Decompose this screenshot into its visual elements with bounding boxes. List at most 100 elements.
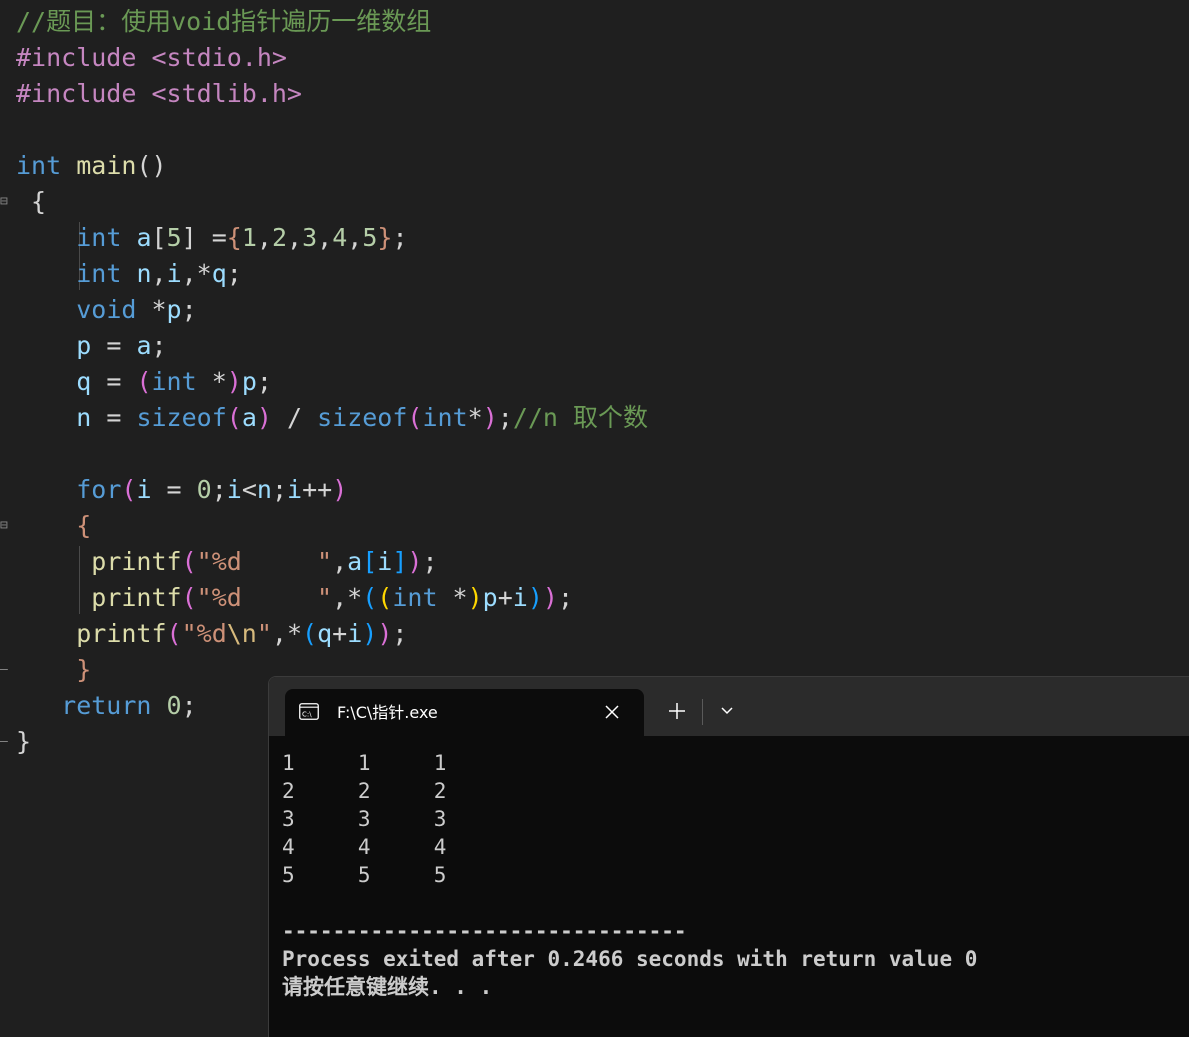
code-token: = bbox=[91, 403, 137, 432]
code-token: p bbox=[482, 583, 498, 612]
code-token: ( bbox=[362, 583, 378, 612]
code-token: ( bbox=[226, 403, 242, 432]
code-line[interactable]: void *p; bbox=[16, 292, 197, 328]
code-token: //n 取个数 bbox=[512, 403, 649, 432]
tab-title: F:\C\指针.exe bbox=[337, 703, 438, 722]
code-line[interactable]: p = a; bbox=[16, 328, 166, 364]
code-token: printf bbox=[91, 583, 182, 612]
code-line[interactable]: //题目：使用void指针遍历一维数组 bbox=[16, 4, 431, 40]
code-token: ; bbox=[497, 403, 513, 432]
code-token: q bbox=[211, 259, 227, 288]
code-token: ) bbox=[256, 403, 272, 432]
fold-marker-main[interactable]: ⊟ bbox=[0, 184, 8, 220]
code-line[interactable]: return 0; bbox=[16, 688, 197, 724]
code-token: ; bbox=[256, 367, 272, 396]
terminal-output-line: 请按任意键继续. . . bbox=[282, 975, 493, 999]
code-line[interactable]: { bbox=[16, 184, 46, 220]
code-token: ) bbox=[542, 583, 558, 612]
code-token: for bbox=[76, 475, 122, 504]
console-app-icon: C:\ bbox=[299, 703, 319, 720]
code-token: "%d " bbox=[196, 583, 333, 612]
code-token: #include bbox=[16, 79, 152, 108]
code-token: sizeof bbox=[317, 403, 408, 432]
terminal-titlebar[interactable]: C:\ F:\C\指针.exe bbox=[269, 677, 1189, 736]
code-token: * bbox=[136, 295, 167, 324]
code-token: "%d bbox=[181, 619, 227, 648]
code-token: q bbox=[317, 619, 333, 648]
code-line[interactable]: } bbox=[16, 652, 91, 688]
fold-end-main: – bbox=[0, 734, 8, 749]
code-line[interactable]: int n,i,*q; bbox=[16, 256, 242, 292]
code-token: ; bbox=[271, 475, 288, 504]
code-line[interactable]: printf("%d\n",*(q+i)); bbox=[16, 616, 407, 652]
chevron-down-icon[interactable] bbox=[713, 697, 741, 725]
code-line[interactable]: q = (int *)p; bbox=[16, 364, 272, 400]
code-token: ; bbox=[181, 691, 197, 720]
code-token: sizeof bbox=[136, 403, 227, 432]
code-token: ( bbox=[181, 583, 197, 612]
code-line[interactable]: { bbox=[16, 508, 91, 544]
code-token: //题目：使用void指针遍历一维数组 bbox=[16, 7, 432, 36]
code-token: ,* bbox=[181, 259, 212, 288]
code-line[interactable]: int a[5] ={1,2,3,4,5}; bbox=[16, 220, 407, 256]
code-token: 5 bbox=[362, 223, 378, 252]
code-line[interactable]: #include <stdio.h> bbox=[16, 40, 287, 76]
code-line[interactable]: printf("%d ",a[i]); bbox=[16, 544, 437, 580]
terminal-window[interactable]: C:\ F:\C\指针.exe 1 1 1 2 2 2 3 3 3 4 4 4 5 5 … bbox=[268, 676, 1189, 1037]
code-token: 1 bbox=[241, 223, 257, 252]
titlebar-divider bbox=[702, 699, 703, 725]
code-line[interactable]: #include <stdlib.h> bbox=[16, 76, 302, 112]
code-token: ; bbox=[181, 295, 197, 324]
code-token: ( bbox=[377, 583, 393, 612]
code-token: ] bbox=[392, 547, 408, 576]
code-token: ( bbox=[181, 547, 197, 576]
code-token: ) bbox=[226, 367, 242, 396]
plus-icon[interactable] bbox=[663, 697, 691, 725]
code-token: ++ bbox=[302, 475, 333, 504]
code-token: i bbox=[226, 475, 242, 504]
code-token: 4 bbox=[332, 223, 348, 252]
terminal-tab[interactable]: C:\ F:\C\指针.exe bbox=[285, 689, 644, 736]
code-line[interactable]: int main() bbox=[16, 148, 167, 184]
code-token: return bbox=[61, 691, 152, 720]
fold-marker-for[interactable]: ⊟ bbox=[0, 508, 8, 544]
code-token: printf bbox=[76, 619, 167, 648]
code-token: 0 bbox=[196, 475, 212, 504]
code-token: [ bbox=[151, 223, 167, 252]
code-token: <stdlib.h> bbox=[151, 79, 302, 108]
code-token: ( bbox=[302, 619, 318, 648]
code-token: ( bbox=[121, 475, 137, 504]
code-token: } bbox=[76, 655, 92, 684]
code-line[interactable]: } bbox=[16, 724, 31, 760]
code-token: ; bbox=[226, 259, 242, 288]
code-token: 2 bbox=[271, 223, 288, 252]
code-token: ; bbox=[211, 475, 227, 504]
terminal-output-line: 1 1 1 bbox=[282, 751, 447, 775]
code-token: ; bbox=[392, 619, 408, 648]
terminal-output-line: 5 5 5 bbox=[282, 863, 447, 887]
close-icon[interactable] bbox=[602, 702, 622, 722]
code-line[interactable]: printf("%d ",*((int *)p+i)); bbox=[16, 580, 573, 616]
code-token: ( bbox=[136, 367, 152, 396]
code-token: p bbox=[76, 331, 92, 360]
code-token: , bbox=[347, 223, 363, 252]
code-line[interactable]: n = sizeof(a) / sizeof(int*);//n 取个数 bbox=[16, 400, 648, 436]
code-token: " bbox=[256, 619, 272, 648]
code-token: a bbox=[136, 223, 152, 252]
code-token: n bbox=[256, 475, 272, 504]
code-token: int bbox=[16, 151, 62, 180]
code-token: int bbox=[392, 583, 438, 612]
code-line[interactable]: for(i = 0;i<n;i++) bbox=[16, 472, 347, 508]
